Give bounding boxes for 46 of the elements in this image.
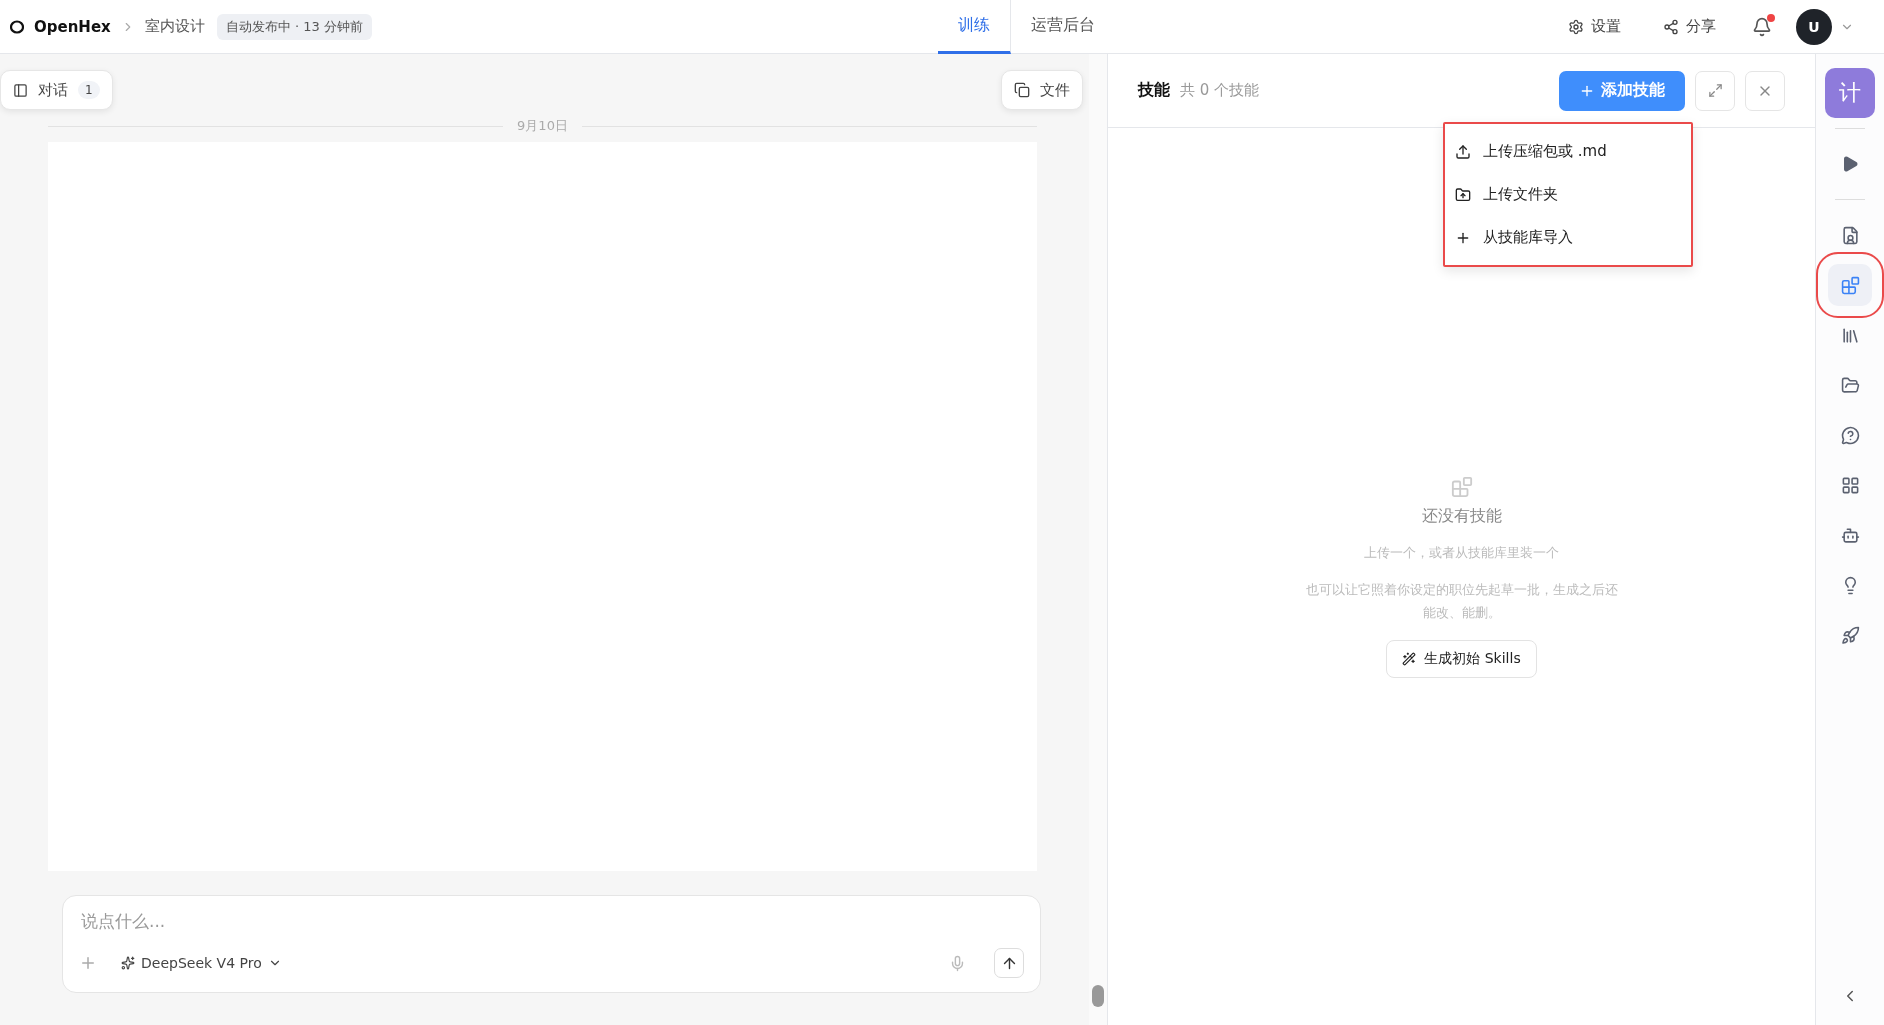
logo-icon — [10, 19, 24, 34]
menu-item[interactable]: 从技能库导入 — [1445, 216, 1691, 259]
rail-button[interactable] — [1828, 264, 1872, 306]
generate-skills-button[interactable]: 生成初始 Skills — [1386, 639, 1537, 678]
skill-count: 共 0 个技能 — [1180, 81, 1260, 100]
expand-icon — [1707, 83, 1723, 98]
model-selector[interactable]: DeepSeek V4 Pro — [115, 954, 288, 972]
status-badge: 自动发布中 · 13 分钟前 — [216, 13, 372, 40]
menu-item[interactable]: 上传文件夹 — [1445, 173, 1691, 216]
dialog-button[interactable]: 对话 1 — [0, 70, 113, 110]
blocks-icon — [1450, 475, 1473, 498]
empty-title: 还没有技能 — [1421, 505, 1502, 527]
settings-button[interactable]: 设置 — [1562, 16, 1627, 37]
play-icon — [1841, 155, 1859, 173]
settings-icon — [1568, 18, 1584, 35]
sparkles-icon — [121, 956, 135, 970]
chat-input[interactable]: 说点什么... DeepSeek V4 Pro — [62, 895, 1041, 993]
dialog-count: 1 — [78, 81, 100, 99]
breadcrumb[interactable]: 室内设计 — [144, 17, 205, 36]
share-icon — [1663, 18, 1679, 35]
share-button[interactable]: 分享 — [1657, 16, 1722, 37]
send-button[interactable] — [994, 948, 1024, 978]
folder-upload-icon — [1455, 186, 1471, 203]
blocks-icon — [1840, 275, 1860, 295]
copy-icon — [1014, 82, 1030, 98]
notification-button[interactable] — [1752, 16, 1772, 37]
brand-name[interactable]: OpenHex — [34, 17, 111, 36]
scrollbar[interactable] — [1089, 54, 1107, 1025]
date-divider: 9月10日 — [517, 117, 568, 135]
bell-icon — [1752, 16, 1772, 37]
tab[interactable]: 运营后台 — [1011, 0, 1116, 54]
panel-title: 技能 — [1138, 80, 1170, 101]
magic-wand-icon — [1402, 651, 1417, 666]
sidebar-icon — [13, 82, 28, 98]
files-button[interactable]: 文件 — [1001, 70, 1083, 110]
rocket-icon — [1840, 625, 1860, 645]
library-icon — [1840, 325, 1860, 345]
person-document-icon — [1840, 225, 1860, 245]
user-avatar[interactable]: U — [1796, 8, 1832, 45]
grid-icon — [1840, 475, 1860, 495]
app-logo[interactable]: 计 — [1825, 68, 1875, 118]
menu-item[interactable]: 上传压缩包或 .md — [1445, 130, 1691, 173]
question-chat-icon — [1840, 425, 1860, 445]
robot-icon — [1840, 525, 1860, 545]
upload-icon — [1455, 143, 1471, 160]
folder-icon — [1840, 375, 1860, 395]
